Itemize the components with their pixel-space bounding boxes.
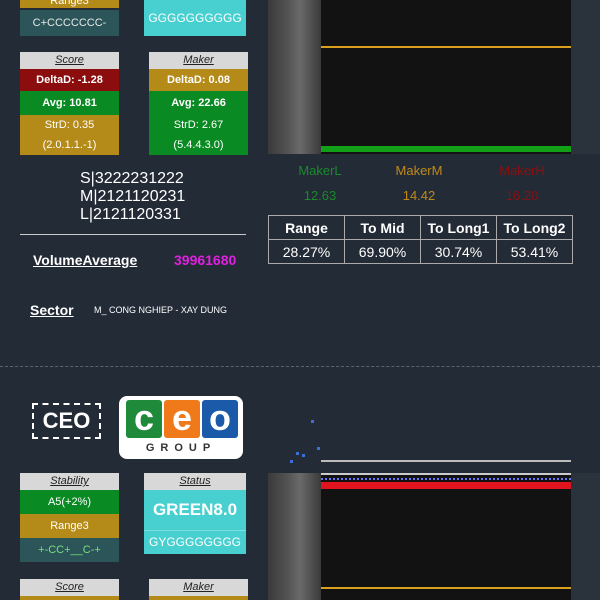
ticker-box[interactable]: CEO (32, 403, 101, 439)
stability-code: C+CCCCCCC- (20, 10, 119, 36)
status-title: Status (144, 473, 246, 490)
chart-top-stripe (321, 460, 571, 473)
score-avg: Avg: 10.81 (20, 91, 119, 115)
chart-right-edge-top (571, 0, 600, 154)
ticker-symbol: CEO (42, 408, 91, 433)
logo-subtitle: GROUP (145, 442, 217, 454)
stability-title: Stability (20, 473, 119, 490)
stability-code-text: C+CCCCCCC- (32, 17, 107, 29)
status-code-text: GGGGGGGGGG (148, 11, 242, 25)
maker-level-line (321, 46, 571, 48)
maker-low-label: MakerL (298, 163, 342, 178)
stats-value-to-long1: 30.74% (420, 239, 497, 264)
sector-label[interactable]: Sector (30, 302, 74, 318)
maker-high-label: MakerH (499, 163, 545, 178)
stats-header-range: Range (268, 215, 345, 240)
score-strd: StrD: 0.35 (20, 115, 119, 135)
score-title: Score (20, 52, 119, 69)
price-chart-top (321, 0, 571, 154)
score-title-bottom: Score (20, 579, 119, 596)
chart-dot (296, 452, 299, 455)
upper-band-line (321, 473, 571, 475)
maker-mid-label: MakerM (395, 163, 443, 178)
stats-header-to-long2: To Long2 (496, 215, 573, 240)
maker-card: Maker DeltaD: 0.08 Avg: 22.66 StrD: 2.67… (149, 52, 248, 155)
score-delta: DeltaD: -1.28 (20, 69, 119, 91)
volume-label[interactable]: VolumeAverage (33, 252, 137, 268)
section-separator (0, 366, 600, 367)
logo-letter-e: e (164, 400, 200, 438)
base-bar (321, 146, 571, 152)
maker-row-bottom (149, 596, 248, 600)
volume-value: 39961680 (174, 252, 237, 268)
stats-value-to-mid: 69.90% (344, 239, 421, 264)
chart-dot (317, 447, 320, 450)
status-value: GREEN8.0 (144, 490, 246, 530)
stats-value-to-long2: 53.41% (496, 239, 573, 264)
status-card: Status GREEN8.0 GYGGGGGGGG (144, 473, 246, 554)
score-seq: (2.0.1.1.-1) (20, 135, 119, 155)
stability-card: Stability A5(+2%) Range3 +-CC+__C-+ (20, 473, 119, 562)
maker-card-bottom: Maker (149, 579, 248, 600)
red-band (321, 482, 571, 489)
stats-value-range: 28.27% (268, 239, 345, 264)
stats-table: Range To Mid To Long1 To Long2 28.27% 69… (268, 215, 573, 264)
stats-value-row: 28.27% 69.90% 30.74% 53.41% (268, 239, 573, 264)
slm-codes: S|3222231222 M|2121120231 L|2121120331 (80, 170, 185, 224)
maker-low: MakerL 12.63 (290, 163, 350, 203)
score-card-bottom: Score (20, 579, 119, 600)
chart-sidebar-bottom (268, 473, 321, 600)
divider-line (20, 234, 246, 235)
stats-header-to-long1: To Long1 (420, 215, 497, 240)
range-label: Range3 (20, 0, 119, 8)
maker-high: MakerH 16.20 (492, 163, 552, 203)
maker-title: Maker (149, 52, 248, 69)
maker-seq: (5.4.4.3.0) (149, 135, 248, 155)
maker-level-line-bottom (321, 587, 571, 589)
status-code-bottom: GYGGGGGGGG (144, 530, 246, 554)
chart-dot (311, 420, 314, 423)
maker-high-value: 16.20 (505, 188, 539, 203)
status-code: GGGGGGGGGG (144, 0, 246, 36)
chart-dot (290, 460, 293, 463)
sector-value: M_ CONG NGHIEP - XAY DUNG (94, 305, 228, 315)
score-card: Score DeltaD: -1.28 Avg: 10.81 StrD: 0.3… (20, 52, 119, 155)
chart-dot (302, 454, 305, 457)
maker-delta: DeltaD: 0.08 (149, 69, 248, 91)
score-row-bottom (20, 596, 119, 600)
chart-sidebar-top (268, 0, 321, 154)
stats-header-to-mid: To Mid (344, 215, 421, 240)
maker-mid-value: 14.42 (402, 188, 436, 203)
logo-letter-o: o (202, 400, 238, 438)
logo-letter-c: ceoc (126, 400, 162, 438)
l-code: L|2121120331 (80, 206, 181, 223)
stats-header-row: Range To Mid To Long1 To Long2 (268, 215, 573, 240)
maker-low-value: 12.63 (303, 188, 337, 203)
dotted-line (321, 478, 571, 480)
stability-value: A5(+2%) (20, 490, 119, 514)
maker-avg: Avg: 22.66 (149, 91, 248, 115)
s-code: S|3222231222 (80, 170, 184, 187)
maker-mid: MakerM 14.42 (389, 163, 449, 203)
company-logo: ceoc e o GROUP (119, 396, 243, 459)
maker-title-bottom: Maker (149, 579, 248, 596)
stability-code-bottom-text: +-CC+__C-+ (38, 544, 101, 556)
chart-right-edge-bottom (571, 473, 600, 600)
stability-code-bottom: +-CC+__C-+ (20, 538, 119, 562)
price-chart-bottom (321, 473, 571, 600)
maker-strd: StrD: 2.67 (149, 115, 248, 135)
stability-range: Range3 (20, 514, 119, 538)
m-code: M|2121120231 (80, 188, 186, 205)
